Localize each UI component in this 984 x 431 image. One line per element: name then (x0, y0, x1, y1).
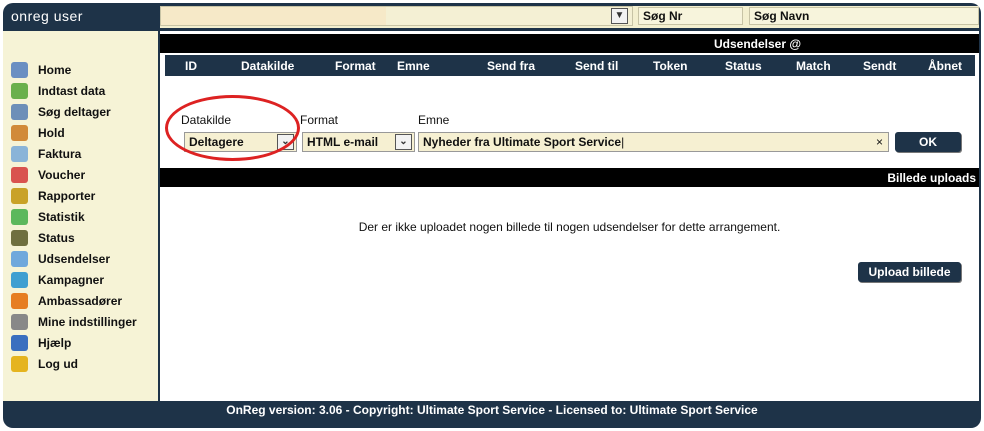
sidebar-item-mine-indstillinger[interactable]: Mine indstillinger (11, 312, 137, 332)
sidebar-item-label: Udsendelser (38, 252, 111, 266)
column-header[interactable]: ID (185, 59, 197, 73)
sidebar-item-log-ud[interactable]: Log ud (11, 354, 78, 374)
sidebar-item-kampagner[interactable]: Kampagner (11, 270, 104, 290)
emne-input[interactable]: Nyheder fra Ultimate Sport Service| × (418, 132, 889, 152)
sidebar-item-label: Mine indstillinger (38, 315, 137, 329)
gift-icon (11, 167, 28, 183)
sidebar-item-label: Home (38, 63, 72, 77)
sidebar-item-home[interactable]: Home (11, 60, 71, 80)
sidebar-item-label: Hold (38, 126, 65, 140)
search-nr-input[interactable]: Søg Nr (638, 7, 743, 25)
gear-icon (11, 314, 28, 330)
main-panel: Udsendelser @ ID Datakilde Format Emne Send … (160, 31, 979, 401)
mail-icon (11, 251, 28, 267)
column-header[interactable]: Send fra (487, 59, 535, 73)
top-bar: ▼ Søg Nr Søg Navn (160, 6, 979, 28)
magnifier-icon (11, 104, 28, 120)
sidebar-item-label: Kampagner (38, 273, 105, 287)
emne-label: Emne (418, 113, 450, 127)
help-icon (11, 335, 28, 351)
column-header[interactable]: Sendt (863, 59, 896, 73)
sidebar-item-label: Ambassadører (38, 294, 123, 308)
sidebar-item-label: Log ud (38, 357, 78, 371)
sidebar-item-ambassadører[interactable]: Ambassadører (11, 291, 122, 311)
status-icon (11, 230, 28, 246)
sidebar-item-label: Indtast data (38, 84, 106, 98)
sidebar-item-label: Hjælp (38, 336, 72, 350)
udsendelser-header: Udsendelser @ (160, 34, 979, 53)
sidebar-item-voucher[interactable]: Voucher (11, 165, 85, 185)
sidebar-item-label: Status (38, 231, 75, 245)
column-header[interactable]: Send til (575, 59, 618, 73)
sidebar: Home Indtast data Søg deltager Hold Faktura V… (3, 31, 158, 401)
sidebar-item-label: Rapporter (38, 189, 96, 203)
add-user-icon (11, 83, 28, 99)
column-header[interactable]: Datakilde (241, 59, 294, 73)
sidebar-item-label: Søg deltager (38, 105, 111, 119)
table-header: ID Datakilde Format Emne Send fra Send til Tok… (165, 55, 975, 76)
document-icon (11, 146, 28, 162)
clear-icon[interactable]: × (876, 133, 883, 151)
sidebar-item-label: Statistik (38, 210, 85, 224)
sidebar-item-rapporter[interactable]: Rapporter (11, 186, 95, 206)
sidebar-item-hjælp[interactable]: Hjælp (11, 333, 71, 353)
app-brand: onreg user (11, 8, 83, 24)
ok-button[interactable]: OK (895, 132, 961, 152)
sidebar-item-label: Faktura (38, 147, 82, 161)
column-header[interactable]: Token (653, 59, 687, 73)
home-icon (11, 62, 28, 78)
billede-uploads-header: Billede uploads (160, 168, 979, 187)
no-uploads-message: Der er ikke uploadet nogen billede til n… (358, 220, 781, 234)
chevron-down-icon[interactable]: ⌄ (395, 134, 412, 150)
sidebar-item-indtast-data[interactable]: Indtast data (11, 81, 105, 101)
event-select[interactable]: ▼ (160, 6, 633, 26)
column-header[interactable]: Format (335, 59, 376, 73)
sidebar-item-hold[interactable]: Hold (11, 123, 65, 143)
sidebar-item-label: Voucher (38, 168, 86, 182)
annotation-circle (165, 95, 300, 161)
sidebar-item-status[interactable]: Status (11, 228, 75, 248)
sidebar-item-faktura[interactable]: Faktura (11, 144, 81, 164)
sidebar-item-udsendelser[interactable]: Udsendelser (11, 249, 110, 269)
report-icon (11, 188, 28, 204)
upload-billede-button[interactable]: Upload billede (858, 262, 961, 282)
people-icon (11, 293, 28, 309)
footer: OnReg version: 3.06 - Copyright: Ultimat… (226, 403, 758, 417)
column-header[interactable]: Åbnet (928, 59, 962, 73)
sidebar-item-søg-deltager[interactable]: Søg deltager (11, 102, 111, 122)
chevron-down-icon[interactable]: ▼ (611, 8, 628, 24)
sidebar-item-statistik[interactable]: Statistik (11, 207, 85, 227)
globe-icon (11, 272, 28, 288)
search-name-input[interactable]: Søg Navn (749, 7, 979, 25)
column-header[interactable]: Emne (397, 59, 430, 73)
format-select[interactable]: HTML e-mail ⌄ (302, 132, 415, 152)
column-header[interactable]: Match (796, 59, 831, 73)
group-icon (11, 125, 28, 141)
format-label: Format (300, 113, 339, 127)
app-frame: onreg user ▼ Søg Nr Søg Navn Home Indtast… (3, 3, 981, 428)
lock-icon (11, 356, 28, 372)
bar-chart-icon (11, 209, 28, 225)
column-header[interactable]: Status (725, 59, 762, 73)
